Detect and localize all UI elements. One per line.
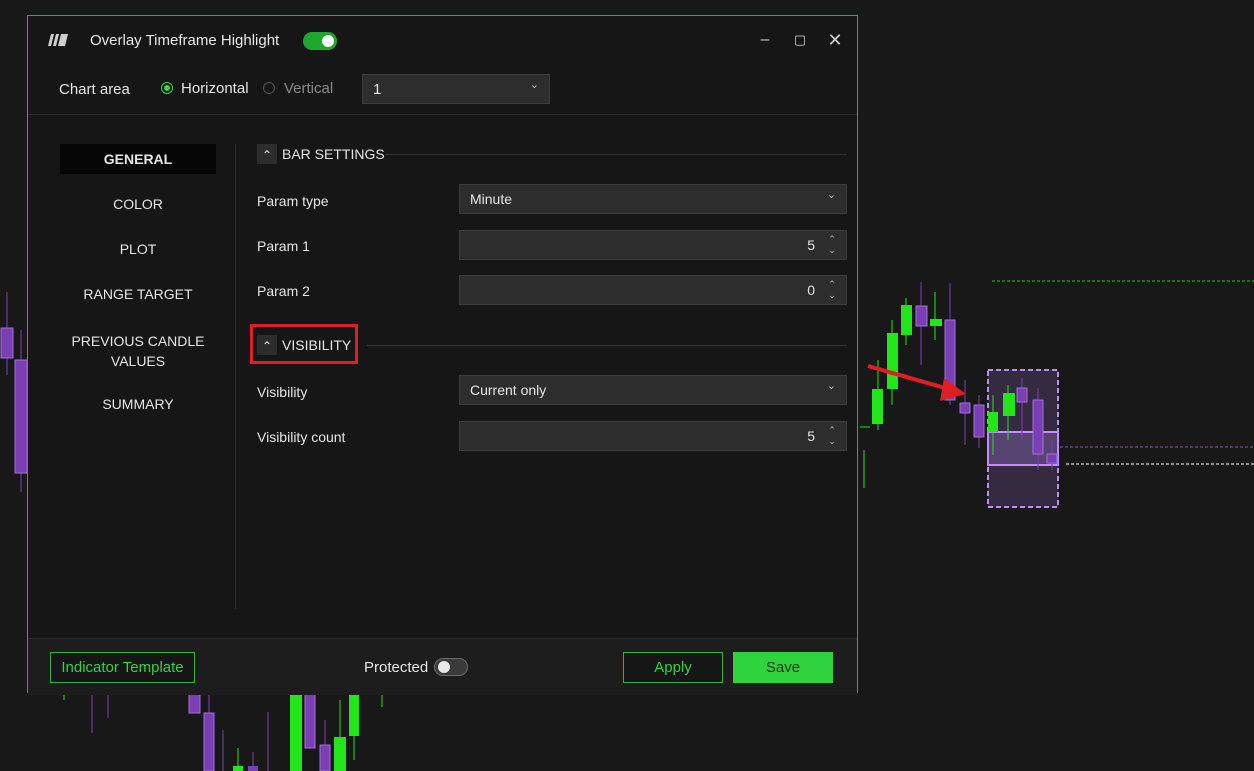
protected-toggle[interactable] [434, 658, 468, 676]
indicator-template-button[interactable]: Indicator Template [50, 652, 195, 683]
sidebar-item-color[interactable]: COLOR [60, 196, 216, 212]
maximize-icon[interactable]: ▢ [790, 30, 810, 50]
param2-value: 0 [807, 282, 815, 298]
visibility-highlight-annotation [250, 324, 358, 364]
close-icon[interactable]: ✕ [825, 30, 845, 50]
param1-label: Param 1 [257, 238, 310, 254]
visibility-count-spinner[interactable]: 5 ⌃ ⌄ [459, 421, 847, 451]
bar-settings-collapse-button[interactable]: ⌃ [257, 144, 277, 164]
chevron-down-icon[interactable]: ⌄ [825, 245, 839, 256]
section-divider [385, 154, 847, 155]
visibility-value: Current only [470, 382, 547, 398]
save-button[interactable]: Save [733, 652, 833, 683]
chart-pane-select[interactable]: 1 ⌄ [362, 74, 550, 104]
chevron-up-icon[interactable]: ⌃ [825, 234, 839, 245]
chart-pane-value: 1 [373, 81, 382, 98]
chevron-up-icon[interactable]: ⌃ [825, 425, 839, 436]
chevron-up-icon[interactable]: ⌃ [825, 279, 839, 290]
chart-candles-left [0, 292, 28, 492]
param-type-label: Param type [257, 193, 329, 209]
protected-label: Protected [364, 659, 429, 676]
sidebar-item-summary[interactable]: SUMMARY [60, 396, 216, 412]
app-logo-icon [48, 34, 68, 46]
visibility-count-value: 5 [807, 428, 815, 444]
dialog-footer: Indicator Template Protected Apply Save [28, 638, 857, 695]
radio-horizontal[interactable] [161, 82, 173, 94]
visibility-count-label: Visibility count [257, 429, 346, 445]
param2-label: Param 2 [257, 283, 310, 299]
param-type-value: Minute [470, 191, 513, 207]
chart-area-row: Chart area Horizontal Vertical 1 ⌄ [28, 64, 857, 115]
visibility-label: Visibility [257, 384, 308, 400]
title-bar: Overlay Timeframe Highlight – ▢ ✕ [28, 16, 857, 64]
radio-horizontal-label[interactable]: Horizontal [181, 80, 249, 97]
chevron-down-icon: ⌄ [826, 189, 836, 201]
radio-vertical[interactable] [263, 82, 275, 94]
visibility-select[interactable]: Current only ⌄ [459, 375, 847, 405]
sidebar-divider [235, 144, 236, 609]
bar-settings-title: BAR SETTINGS [282, 146, 385, 162]
sidebar-item-range-target[interactable]: RANGE TARGET [60, 286, 216, 302]
apply-button[interactable]: Apply [623, 652, 723, 683]
chevron-down-icon[interactable]: ⌄ [825, 436, 839, 447]
param2-spinner[interactable]: 0 ⌃ ⌄ [459, 275, 847, 305]
chart-candles-right [860, 280, 1254, 508]
sidebar-item-general[interactable]: GENERAL [60, 144, 216, 174]
chevron-down-icon: ⌄ [826, 380, 836, 392]
radio-vertical-label[interactable]: Vertical [284, 80, 333, 97]
chevron-down-icon[interactable]: ⌄ [825, 290, 839, 301]
sidebar-item-previous-candle-values[interactable]: PREVIOUS CANDLE VALUES [60, 331, 216, 371]
minimize-icon[interactable]: – [755, 30, 775, 50]
chart-candles-bottom [63, 693, 383, 771]
indicator-settings-dialog: Overlay Timeframe Highlight – ▢ ✕ Chart … [27, 15, 858, 695]
chevron-down-icon: ⌄ [529, 79, 539, 91]
indicator-enabled-toggle[interactable] [303, 32, 337, 50]
section-divider [367, 345, 847, 346]
param1-value: 5 [807, 237, 815, 253]
window-title: Overlay Timeframe Highlight [90, 32, 280, 49]
chart-area-label: Chart area [59, 81, 130, 98]
param-type-select[interactable]: Minute ⌄ [459, 184, 847, 214]
param1-spinner[interactable]: 5 ⌃ ⌄ [459, 230, 847, 260]
bar-settings-header: ⌃ BAR SETTINGS [257, 144, 847, 166]
sidebar-item-plot[interactable]: PLOT [60, 241, 216, 257]
